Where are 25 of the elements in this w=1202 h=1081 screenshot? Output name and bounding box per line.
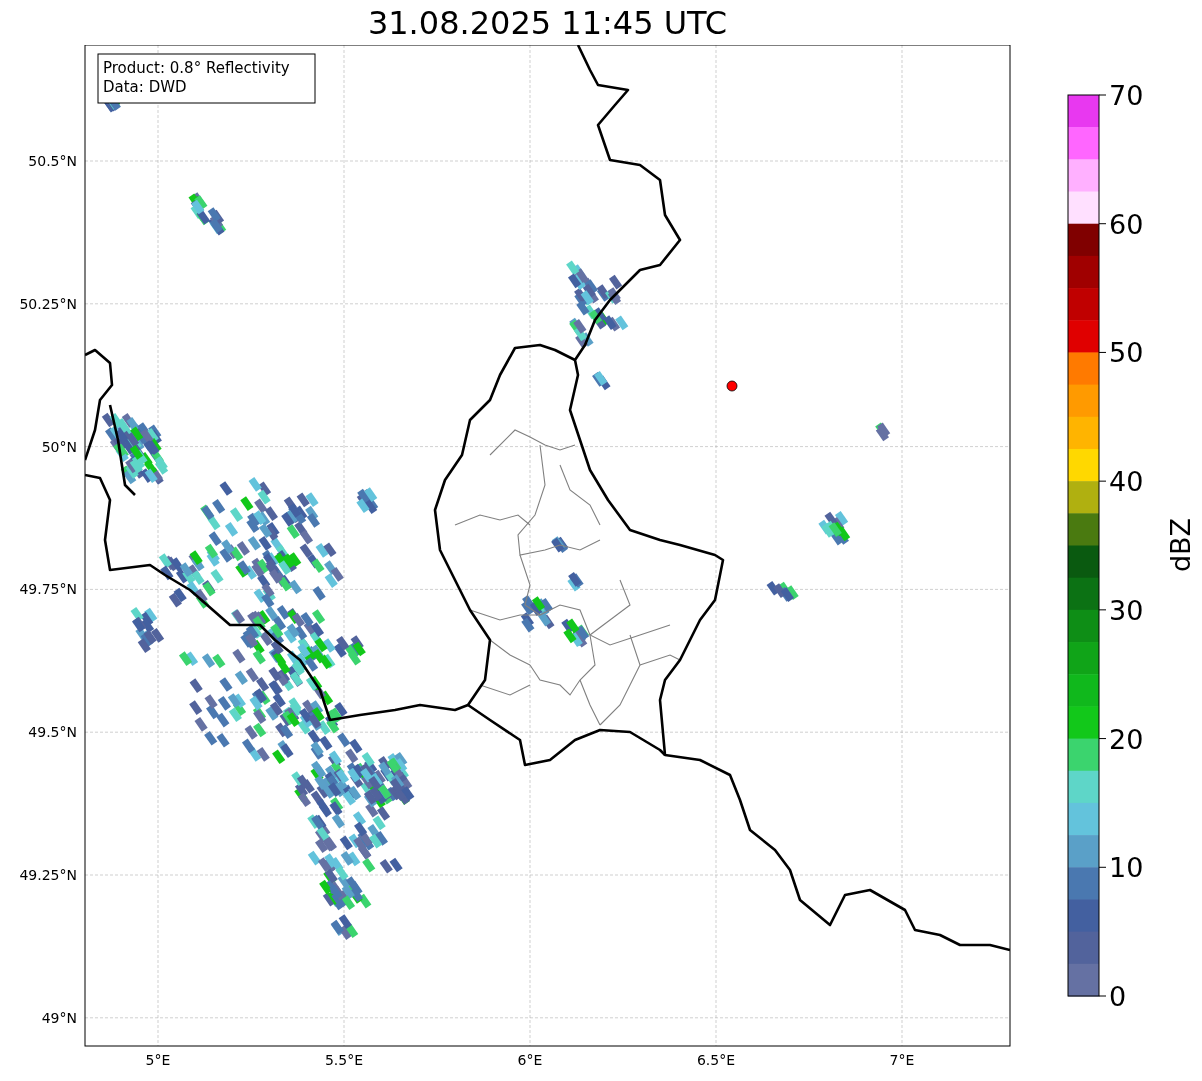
latitude-label: 50.25°N xyxy=(19,295,77,312)
location-marker xyxy=(726,380,738,392)
longitude-label: 6°E xyxy=(517,1052,543,1068)
longitude-label: 5°E xyxy=(145,1052,171,1068)
latitude-label: 50°N xyxy=(41,438,77,455)
chart-title: 31.08.2025 11:45 UTC xyxy=(366,2,729,44)
colorbar-tick-label: 70 xyxy=(1109,80,1144,111)
longitude-label: 7°E xyxy=(889,1052,915,1068)
info-text: Data: DWD xyxy=(103,78,187,96)
colorbar-label: dBZ xyxy=(1165,517,1196,573)
longitude-label: 5.5°E xyxy=(324,1052,364,1068)
colorbar-tick-label: 40 xyxy=(1109,466,1144,498)
colorbar-tick-label: 50 xyxy=(1109,337,1144,369)
colorbar-tick-label: 20 xyxy=(1109,723,1144,755)
latitude-label: 49.5°N xyxy=(28,724,77,741)
colorbar-tick-label: 0 xyxy=(1109,981,1127,1012)
latitude-label: 50.5°N xyxy=(28,153,77,169)
longitude-label: 6.5°E xyxy=(696,1052,736,1068)
colorbar-tick-label: 10 xyxy=(1109,852,1144,884)
colorbar-tick-label: 60 xyxy=(1109,208,1144,240)
colorbar-tick-label: 30 xyxy=(1109,594,1144,626)
latitude-label: 49°N xyxy=(41,1009,77,1026)
latitude-label: 49.75°N xyxy=(19,581,77,598)
latitude-label: 49.25°N xyxy=(19,867,77,883)
info-text: Product: 0.8° Reflectivity xyxy=(103,59,290,77)
